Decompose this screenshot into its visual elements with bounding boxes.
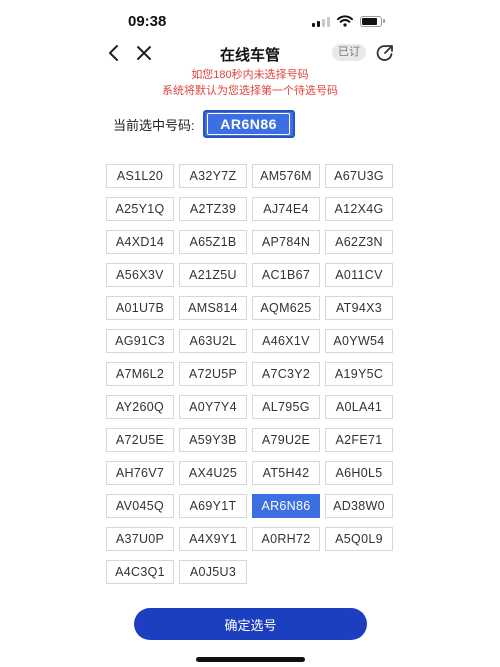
plate-option[interactable]: A0RH72 [252, 527, 320, 551]
status-icons [312, 15, 385, 27]
plate-option[interactable]: A63U2L [179, 329, 247, 353]
plate-option[interactable]: A0YW54 [325, 329, 393, 353]
plate-option[interactable]: AV045Q [106, 494, 174, 518]
plate-option[interactable]: AT94X3 [325, 296, 393, 320]
plate-option[interactable]: A2TZ39 [179, 197, 247, 221]
current-selection-text: AR6N86 [207, 113, 290, 135]
plate-option[interactable]: A72U5E [106, 428, 174, 452]
plate-option[interactable]: A32Y7Z [179, 164, 247, 188]
notice-line-1: 如您180秒内未选择号码 [191, 69, 309, 81]
plate-option[interactable]: A0LA41 [325, 395, 393, 419]
plate-option[interactable]: A12X4G [325, 197, 393, 221]
plate-number-grid: AS1L20 A32Y7Z AM576M A67U3G A25Y1Q A2TZ39 AJ74… [106, 164, 393, 584]
plate-option[interactable]: AL795G [252, 395, 320, 419]
plate-option[interactable]: AH76V7 [106, 461, 174, 485]
plate-option[interactable]: A37U0P [106, 527, 174, 551]
plate-option[interactable]: A65Z1B [179, 230, 247, 254]
plate-option[interactable]: AQM625 [252, 296, 320, 320]
plate-option[interactable]: A79U2E [252, 428, 320, 452]
wifi-icon [337, 15, 353, 27]
plate-option[interactable]: A7M6L2 [106, 362, 174, 386]
plate-option[interactable]: A4X9Y1 [179, 527, 247, 551]
plate-option[interactable]: A67U3G [325, 164, 393, 188]
plate-option[interactable]: A62Z3N [325, 230, 393, 254]
current-selection-value: AR6N86 [202, 110, 295, 138]
plate-option[interactable]: A0Y7Y4 [179, 395, 247, 419]
plate-option[interactable]: A59Y3B [179, 428, 247, 452]
plate-option[interactable]: A21Z5U [179, 263, 247, 287]
home-indicator [196, 657, 305, 662]
plate-option[interactable]: A72U5P [179, 362, 247, 386]
plate-option[interactable]: A4XD14 [106, 230, 174, 254]
plate-option[interactable]: AX4U25 [179, 461, 247, 485]
plate-option[interactable]: A4C3Q1 [106, 560, 174, 584]
battery-icon [360, 15, 385, 27]
status-time: 09:38 [128, 13, 167, 30]
plate-option[interactable]: AS1L20 [106, 164, 174, 188]
plate-option[interactable]: A2FE71 [325, 428, 393, 452]
plate-option[interactable]: A6H0L5 [325, 461, 393, 485]
page-title: 在线车管 [219, 47, 280, 64]
plate-option[interactable]: AM576M [252, 164, 320, 188]
plate-option[interactable]: AG91C3 [106, 329, 174, 353]
current-selection-label: 当前选中号码: [113, 117, 195, 133]
plate-option[interactable]: A011CV [325, 263, 393, 287]
plate-option[interactable]: A19Y5C [325, 362, 393, 386]
confirm-button[interactable]: 确定选号 [134, 608, 367, 640]
plate-option[interactable]: A69Y1T [179, 494, 247, 518]
share-icon[interactable] [375, 43, 395, 63]
plate-option[interactable]: AT5H42 [252, 461, 320, 485]
plate-option[interactable]: AP784N [252, 230, 320, 254]
notice-line-2: 系统将默认为您选择第一个待选号码 [162, 85, 338, 97]
plate-option[interactable]: AD38W0 [325, 494, 393, 518]
plate-option[interactable]: A46X1V [252, 329, 320, 353]
plate-option[interactable]: A7C3Y2 [252, 362, 320, 386]
plate-option[interactable]: A5Q0L9 [325, 527, 393, 551]
plate-option[interactable]: A25Y1Q [106, 197, 174, 221]
signal-icon [312, 16, 330, 27]
plate-option[interactable]: AMS814 [179, 296, 247, 320]
plate-option[interactable]: A0J5U3 [179, 560, 247, 584]
plate-option[interactable]: A01U7B [106, 296, 174, 320]
plate-option[interactable]: AR6N86 [252, 494, 320, 518]
plate-option[interactable]: AY260Q [106, 395, 174, 419]
plate-option[interactable]: AC1B67 [252, 263, 320, 287]
plate-option[interactable]: AJ74E4 [252, 197, 320, 221]
subscribed-badge[interactable]: 已订 [332, 44, 366, 61]
current-selection: 当前选中号码: AR6N86 [113, 110, 295, 138]
plate-option[interactable]: A56X3V [106, 263, 174, 287]
nav-bar: 在线车管 已订 [0, 36, 500, 70]
